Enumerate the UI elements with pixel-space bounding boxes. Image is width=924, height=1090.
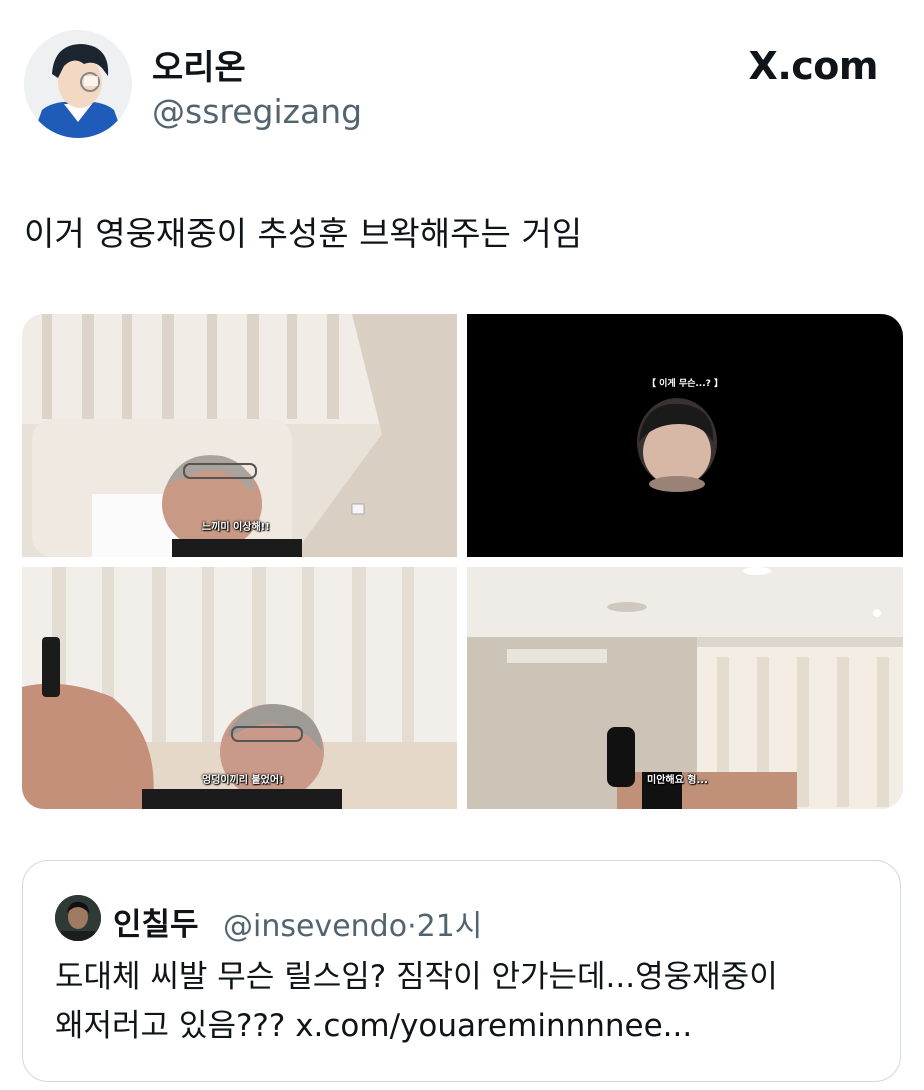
- media-image-3[interactable]: 엉덩이끼리 붙었어!: [22, 567, 457, 809]
- media-image-4[interactable]: 미안해요 형...: [467, 567, 903, 809]
- quoted-tweet[interactable]: 인칠두 @insevendo·21시 도대체 씨발 무슨 릴스임? 짐작이 안가…: [22, 860, 901, 1082]
- quoted-text-line-1: 도대체 씨발 무슨 릴스임? 짐작이 안가는데...영웅재중이: [55, 959, 778, 995]
- subtitle-1: 느끼미 이상해!!: [202, 522, 270, 533]
- author-handle[interactable]: @ssregizang: [152, 92, 362, 131]
- quoted-separator: ·: [407, 909, 417, 944]
- quoted-avatar-image: [55, 895, 101, 941]
- media-image-2[interactable]: 【 이게 무슨...? 】: [467, 314, 903, 557]
- quoted-display-name[interactable]: 인칠두: [113, 899, 199, 944]
- quoted-text-line-2: 왜저러고 있음??? x.com/youareminnnnee...: [55, 1008, 693, 1044]
- quoted-time[interactable]: 21시: [417, 909, 483, 944]
- author-avatar[interactable]: [24, 30, 132, 138]
- media-image-1[interactable]: 느끼미 이상해!!: [22, 314, 457, 557]
- media-grid[interactable]: 느끼미 이상해!! 【 이게 무슨...? 】 엉덩이끼리 붙었어! 미안해요 …: [22, 314, 903, 809]
- quoted-author-avatar[interactable]: [55, 895, 101, 941]
- author-display-name[interactable]: 오리온: [152, 40, 246, 89]
- avatar-illustration: [24, 30, 132, 138]
- quoted-handle[interactable]: @insevendo: [223, 909, 407, 944]
- subtitle-3: 엉덩이끼리 붙었어!: [202, 775, 284, 786]
- tweet-text: 이거 영웅재중이 추성훈 브왁해주는 거임: [24, 214, 583, 253]
- subtitle-4: 미안해요 형...: [647, 775, 708, 786]
- quoted-text: 도대체 씨발 무슨 릴스임? 짐작이 안가는데...영웅재중이 왜저러고 있음?…: [55, 953, 875, 1051]
- quoted-handle-time: @insevendo·21시: [223, 901, 482, 945]
- xcom-logo: X.com: [748, 44, 879, 88]
- photo-2: [467, 314, 903, 557]
- subtitle-2: 【 이게 무슨...? 】: [647, 379, 723, 389]
